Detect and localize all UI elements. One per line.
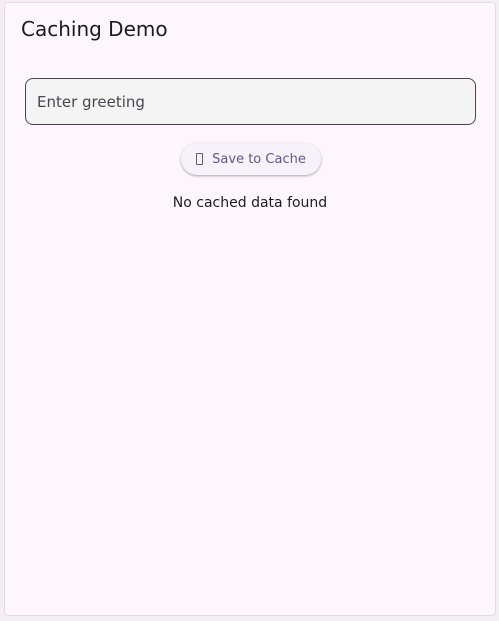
- greeting-input[interactable]: [25, 78, 476, 125]
- save-to-cache-button[interactable]: Save to Cache: [181, 143, 321, 175]
- app-window: Caching Demo Save to Cache No cached dat…: [4, 2, 496, 616]
- save-icon: [196, 153, 204, 165]
- cache-status-text: No cached data found: [172, 195, 328, 211]
- app-bar: Caching Demo: [5, 3, 495, 59]
- save-button-label: Save to Cache: [212, 151, 306, 167]
- page-title: Caching Demo: [21, 17, 168, 41]
